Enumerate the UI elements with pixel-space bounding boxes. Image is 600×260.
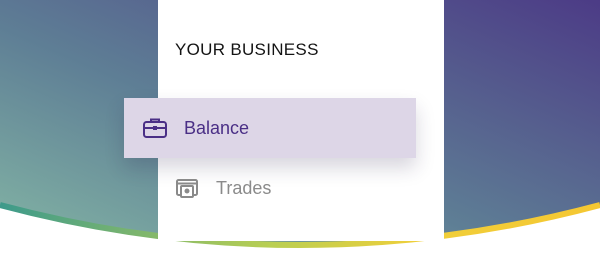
sidebar-item-trades[interactable]: Trades: [158, 158, 444, 218]
briefcase-icon: [142, 115, 168, 141]
sidebar-item-label: Balance: [184, 117, 250, 138]
section-title: YOUR BUSINESS: [175, 40, 319, 59]
sidebar-item-label: Trades: [216, 177, 272, 198]
sidebar-item-balance[interactable]: Balance: [124, 98, 416, 158]
cash-icon: [174, 175, 200, 201]
